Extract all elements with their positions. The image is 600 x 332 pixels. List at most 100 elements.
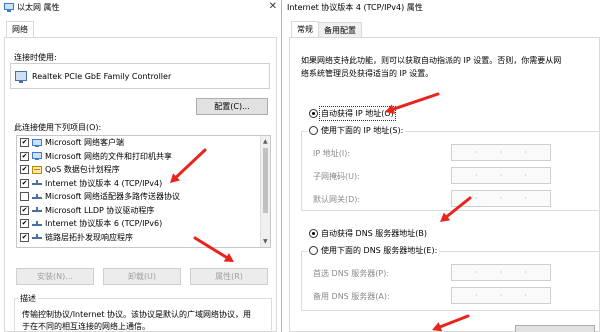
protocol-icon xyxy=(32,207,42,213)
ip-dot: · xyxy=(524,148,527,157)
ip-address-label: IP 地址(I): xyxy=(313,149,351,158)
list-item[interactable]: ✔ 链路层拓扑发现响应程序 xyxy=(17,231,270,245)
configure-button[interactable]: 配置(C)... xyxy=(196,98,268,115)
list-item-label: Microsoft 网络的文件和打印机共享 xyxy=(45,151,172,161)
auto-ip-label: 自动获得 IP 地址(O) xyxy=(319,106,396,121)
manual-dns-radio[interactable]: 使用下面的 DNS 服务器地址(E): xyxy=(307,245,440,256)
preferred-dns-label: 首选 DNS 服务器(P): xyxy=(313,269,390,278)
advanced-button-partial[interactable] xyxy=(515,325,595,332)
list-item[interactable]: ✔ Microsoft LLDP 协议驱动程序 xyxy=(17,204,270,218)
list-item[interactable]: ✔ Internet 协议版本 6 (TCP/IPv6) xyxy=(17,217,270,231)
list-scrollbar[interactable]: ▲ ▼ xyxy=(260,136,270,247)
checkbox[interactable]: ✔ xyxy=(20,165,29,175)
protocol-icon xyxy=(32,220,42,226)
radio-selected-icon xyxy=(309,109,318,118)
connect-using-label: 连接时使用: xyxy=(14,53,57,62)
list-item-label: Internet 协议版本 6 (TCP/IPv6) xyxy=(45,219,163,229)
left-window-title: 以太网 属性 xyxy=(17,2,60,12)
preferred-dns-input[interactable]: · · · xyxy=(451,264,551,281)
alternate-dns-label: 备用 DNS 服务器(A): xyxy=(313,292,390,301)
ip-dot: · xyxy=(524,291,527,300)
subnet-input[interactable]: · · · xyxy=(451,167,551,184)
ip-dot: · xyxy=(524,194,527,203)
close-icon[interactable]: ✕ xyxy=(269,1,277,12)
alternate-dns-input[interactable]: · · · xyxy=(451,287,551,304)
components-list[interactable]: ✔ Microsoft 网络客户端 ✔ Microsoft 网络的文件和打印机共享 ✔ Q… xyxy=(16,135,271,248)
properties-button[interactable]: 属性(R) xyxy=(190,268,268,285)
ip-dot: · xyxy=(499,291,503,300)
list-item-label: QoS 数据包计划程序 xyxy=(45,165,120,175)
ip-dot: · xyxy=(475,148,478,157)
list-item-label: Internet 协议版本 4 (TCP/IPv4) xyxy=(45,178,163,188)
radio-unselected-icon xyxy=(309,126,318,135)
nic-icon xyxy=(15,71,27,83)
tab-general[interactable]: 常规 xyxy=(291,21,319,37)
intro-line-1: 如果网络支持此功能，则可以获取自动指派的 IP 设置。否则，你需要从网 xyxy=(301,56,562,65)
ip-dot: · xyxy=(499,268,503,277)
right-window-title: Internet 协议版本 4 (TCP/IPv4) 属性 xyxy=(287,2,423,12)
manual-ip-radio[interactable]: 使用下面的 IP 地址(S): xyxy=(307,125,406,136)
gateway-label: 默认网关(D): xyxy=(313,195,361,204)
tab-alternate-config[interactable]: 备用配置 xyxy=(318,22,362,37)
checkbox[interactable]: ✔ xyxy=(20,178,29,188)
ethernet-properties-window: 以太网 属性 ✕ 网络 连接时使用: Realtek PCIe GbE Fami… xyxy=(0,0,282,332)
ip-dot: · xyxy=(524,171,527,180)
manual-dns-label: 使用下面的 DNS 服务器地址(E): xyxy=(321,246,438,255)
auto-ip-radio[interactable]: 自动获得 IP 地址(O) xyxy=(309,106,396,121)
left-titlebar[interactable]: 以太网 属性 xyxy=(0,0,281,14)
adapter-field: Realtek PCIe GbE Family Controller xyxy=(10,63,270,89)
list-item-label: Microsoft LLDP 协议驱动程序 xyxy=(45,205,155,215)
right-titlebar[interactable]: Internet 协议版本 4 (TCP/IPv4) 属性 xyxy=(283,0,600,14)
ip-dot: · xyxy=(499,148,503,157)
auto-dns-radio[interactable]: 自动获得 DNS 服务器地址(B) xyxy=(309,228,427,239)
list-item-label: 链路层拓扑发现响应程序 xyxy=(45,232,133,242)
list-item[interactable]: Microsoft 网络适配器多路传送器协议 xyxy=(17,190,270,204)
items-label: 此连接使用下列项目(O): xyxy=(14,123,102,132)
checkbox[interactable]: ✔ xyxy=(20,205,29,215)
list-item-label: Microsoft 网络客户端 xyxy=(45,138,124,148)
ip-dot: · xyxy=(499,194,503,203)
checkbox[interactable]: ✔ xyxy=(20,219,29,229)
list-item[interactable]: ✔ Microsoft 网络客户端 xyxy=(17,136,270,150)
radio-unselected-icon xyxy=(309,246,318,255)
subnet-label: 子网掩码(U): xyxy=(313,172,360,181)
intro-line-2: 络系统管理员处获得适当的 IP 设置。 xyxy=(301,69,434,78)
uninstall-button[interactable]: 卸载(U) xyxy=(103,268,181,285)
list-item[interactable]: ✔ QoS 数据包计划程序 xyxy=(17,163,270,177)
ip-address-input[interactable]: · · · xyxy=(451,144,551,161)
ipv4-properties-window: Internet 协议版本 4 (TCP/IPv4) 属性 常规 备用配置 如果… xyxy=(283,0,600,332)
gateway-input[interactable]: · · · xyxy=(451,190,551,207)
checkbox[interactable]: ✔ xyxy=(20,232,29,242)
protocol-icon xyxy=(32,193,42,199)
ip-dot: · xyxy=(475,291,478,300)
protocol-icon xyxy=(32,180,42,186)
network-client-icon xyxy=(32,138,42,147)
adapter-name: Realtek PCIe GbE Family Controller xyxy=(32,71,172,81)
description-label: 描述 xyxy=(18,293,38,304)
scroll-thumb[interactable] xyxy=(263,148,268,213)
description-line-2: 于在不同的相互连接的网络上通信。 xyxy=(22,322,150,331)
checkbox[interactable] xyxy=(20,192,29,202)
file-printer-share-icon xyxy=(32,152,42,161)
ip-dot: · xyxy=(499,171,503,180)
checkbox[interactable]: ✔ xyxy=(20,138,29,148)
ip-dot: · xyxy=(475,171,478,180)
list-item[interactable]: ✔ Microsoft 网络的文件和打印机共享 xyxy=(17,150,270,164)
list-item[interactable]: ✔ Internet 协议版本 4 (TCP/IPv4) xyxy=(17,177,270,191)
tab-network[interactable]: 网络 xyxy=(6,21,34,37)
ip-dot: · xyxy=(475,268,478,277)
protocol-icon xyxy=(32,234,42,240)
install-button[interactable]: 安装(N)... xyxy=(16,268,94,285)
radio-selected-icon xyxy=(309,229,318,238)
scroll-down-icon[interactable]: ▼ xyxy=(263,238,268,245)
network-adapter-icon xyxy=(4,2,14,12)
manual-ip-label: 使用下面的 IP 地址(S): xyxy=(321,126,404,135)
scroll-up-icon[interactable]: ▲ xyxy=(263,138,268,145)
qos-icon xyxy=(32,165,42,174)
description-line-1: 传输控制协议/Internet 协议。该协议是默认的广域网络协议，用 xyxy=(22,310,252,319)
list-item-label: Microsoft 网络适配器多路传送器协议 xyxy=(45,192,180,202)
ip-dot: · xyxy=(475,194,478,203)
checkbox[interactable]: ✔ xyxy=(20,151,29,161)
ip-dot: · xyxy=(524,268,527,277)
auto-dns-label: 自动获得 DNS 服务器地址(B) xyxy=(321,229,428,238)
